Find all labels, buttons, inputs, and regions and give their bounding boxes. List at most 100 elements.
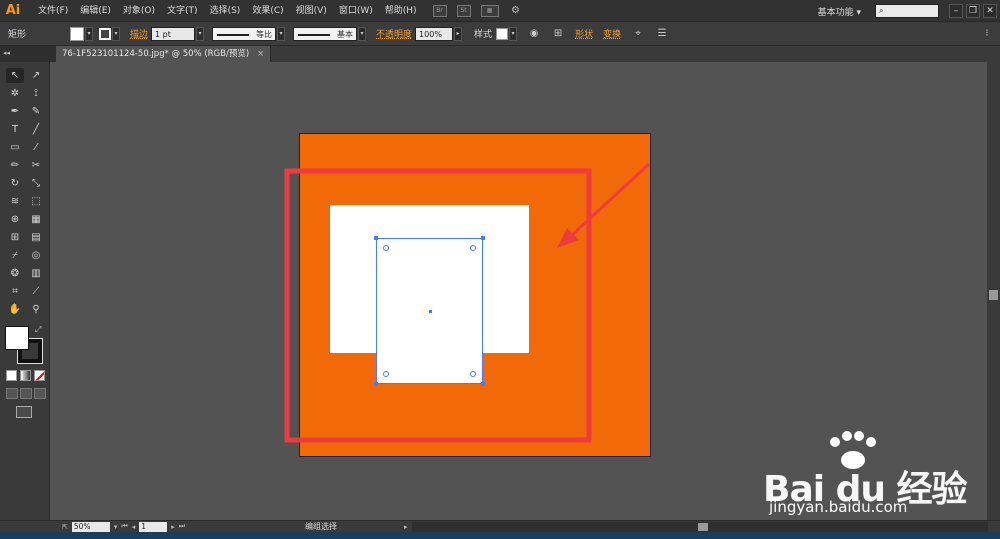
draw-behind-button[interactable] <box>20 388 32 399</box>
tools-panel: ↖ ↗ ✲ ⟟ ✒ ✎ T ╱ ▭ ⁄ ✏ ✂ ↻ ⤡ ≋ ⬚ ⊕ ▦ ⊞ ▤ ⌿ ◎ ❂ ▥ ⌗ ⟋ ✋ ⚲ ⤢ <box>0 62 50 520</box>
close-window-button[interactable]: ✕ <box>983 4 997 18</box>
transform-link[interactable]: 变换 <box>603 27 621 40</box>
arrange-documents-icon[interactable]: ▦ <box>480 4 499 17</box>
artboard-number-field[interactable]: 1 <box>139 521 168 532</box>
restore-button[interactable]: ❐ <box>966 4 980 18</box>
close-tab-icon[interactable]: × <box>257 46 264 62</box>
opacity-link[interactable]: 不透明度 <box>376 27 412 40</box>
menu-item[interactable]: 文字(T) <box>161 0 204 22</box>
brush-definition[interactable]: 基本 <box>293 26 358 41</box>
status-bar: ⇱ 50% ▾ ⏮ ◂ 1 ▸ ⏭ 编组选择 ▸ <box>0 520 1000 532</box>
stroke-weight-field[interactable]: 1 pt <box>151 26 196 41</box>
eyedropper-tool-icon[interactable]: ⌿ <box>6 248 24 263</box>
rotate-tool-icon[interactable]: ↻ <box>6 176 24 191</box>
gpu-performance-icon[interactable]: ⚙ <box>509 5 523 17</box>
gradient-mode-button[interactable] <box>20 370 31 381</box>
zoom-field[interactable]: 50% <box>71 521 110 532</box>
menu-item[interactable]: 选择(S) <box>204 0 247 22</box>
align-icon[interactable]: ⊞ <box>551 27 565 41</box>
free-transform-tool-icon[interactable]: ⬚ <box>27 194 45 209</box>
search-input[interactable]: ⌕ <box>875 4 939 18</box>
brush-dropdown[interactable]: ▾ <box>358 26 367 41</box>
pen-tool-icon[interactable]: ✒ <box>6 104 24 119</box>
line-tool-icon[interactable]: ╱ <box>27 122 45 137</box>
previous-artboard-button[interactable]: ◂ <box>132 523 136 531</box>
style-dropdown[interactable]: ▾ <box>509 26 518 41</box>
vertical-scrollbar[interactable] <box>987 62 1000 520</box>
stroke-dropdown[interactable]: ▾ <box>112 26 121 41</box>
opacity-field[interactable]: 100% <box>415 26 454 41</box>
last-artboard-button[interactable]: ⏭ <box>179 522 185 531</box>
current-tool-status[interactable]: 编组选择 <box>305 521 400 532</box>
graphic-style-swatch[interactable] <box>496 27 509 40</box>
artboard-tool-icon[interactable]: ⌗ <box>6 284 24 299</box>
warp-tool-icon[interactable]: ≋ <box>6 194 24 209</box>
lasso-tool-icon[interactable]: ⟟ <box>27 86 45 101</box>
direct-selection-tool-icon[interactable]: ↗ <box>27 68 45 83</box>
menu-item[interactable]: 效果(C) <box>246 0 289 22</box>
fill-dropdown[interactable]: ▾ <box>85 26 94 41</box>
perspective-grid-tool-icon[interactable]: ▦ <box>27 212 45 227</box>
variable-width-profile[interactable]: 等比 <box>212 26 277 41</box>
scale-tool-icon[interactable]: ⤡ <box>27 176 45 191</box>
zoom-dropdown[interactable]: ▾ <box>114 523 118 531</box>
menu-item[interactable]: 窗口(W) <box>333 0 379 22</box>
horizontal-scrollbar[interactable] <box>412 522 988 532</box>
menu-item[interactable]: 对象(O) <box>117 0 161 22</box>
pencil-tool-icon[interactable]: ✏ <box>6 158 24 173</box>
hand-tool-icon[interactable]: ✋ <box>6 302 24 317</box>
stock-icon[interactable]: St <box>456 4 471 17</box>
brush-label: 基本 <box>337 29 354 39</box>
curvature-tool-icon[interactable]: ✎ <box>27 104 45 119</box>
zoom-tool-icon[interactable]: ⚲ <box>27 302 45 317</box>
vertical-scroll-thumb[interactable] <box>989 290 998 300</box>
selection-tool-icon[interactable]: ↖ <box>6 68 24 83</box>
fill-swatch[interactable] <box>70 26 85 41</box>
slice-tool-icon[interactable]: ⟋ <box>27 284 45 299</box>
control-menu-icon[interactable]: ☰ <box>655 27 669 41</box>
canvas-area[interactable]: Bai du 经验 jingyan.baidu.com <box>51 62 987 520</box>
gradient-tool-icon[interactable]: ▤ <box>27 230 45 245</box>
swap-fill-stroke-icon[interactable]: ⤢ <box>35 325 41 335</box>
draw-inside-button[interactable] <box>34 388 46 399</box>
status-menu-arrow[interactable]: ▸ <box>404 523 408 531</box>
menubar-right: 基本功能 ▾ ⌕ – ❐ ✕ <box>818 0 1000 22</box>
draw-normal-button[interactable] <box>6 388 18 399</box>
minimize-button[interactable]: – <box>949 4 963 18</box>
rectangle-tool-icon[interactable]: ▭ <box>6 140 24 155</box>
magic-wand-tool-icon[interactable]: ✲ <box>6 86 24 101</box>
fill-color-box[interactable] <box>5 326 29 350</box>
color-mode-button[interactable] <box>6 370 17 381</box>
opacity-dropdown[interactable]: ▸ <box>454 26 463 41</box>
bridge-icon[interactable]: Br <box>432 4 447 17</box>
stroke-weight-dropdown[interactable]: ▾ <box>196 26 205 41</box>
scissors-tool-icon[interactable]: ✂ <box>27 158 45 173</box>
shape-builder-tool-icon[interactable]: ⊕ <box>6 212 24 227</box>
workspace-switcher[interactable]: 基本功能 ▾ <box>818 5 861 18</box>
first-artboard-button[interactable]: ⏮ <box>121 522 127 531</box>
paintbrush-tool-icon[interactable]: ⁄ <box>27 140 45 155</box>
stroke-panel-link[interactable]: 描边 <box>130 27 148 40</box>
horizontal-scroll-thumb[interactable] <box>698 523 708 531</box>
type-tool-icon[interactable]: T <box>6 122 24 137</box>
panel-menu-icon[interactable]: ⁝ <box>980 27 994 41</box>
menu-item[interactable]: 编辑(E) <box>74 0 117 22</box>
symbol-sprayer-tool-icon[interactable]: ❂ <box>6 266 24 281</box>
stroke-swatch[interactable] <box>99 27 112 40</box>
mesh-tool-icon[interactable]: ⊞ <box>6 230 24 245</box>
blend-tool-icon[interactable]: ◎ <box>27 248 45 263</box>
screen-mode-button[interactable] <box>16 406 32 418</box>
menu-item[interactable]: 视图(V) <box>290 0 333 22</box>
recolor-artwork-icon[interactable]: ◉ <box>527 27 541 41</box>
shape-link[interactable]: 形状 <box>575 27 593 40</box>
document-tab[interactable]: 76-1F523101124-50.jpg* @ 50% (RGB/预览) × <box>56 46 272 62</box>
artboard-options-icon[interactable]: ⇱ <box>62 523 68 531</box>
next-artboard-button[interactable]: ▸ <box>171 523 175 531</box>
profile-dropdown[interactable]: ▾ <box>277 26 286 41</box>
menu-item[interactable]: 帮助(H) <box>379 0 423 22</box>
isolate-group-icon[interactable]: ⌖ <box>631 27 645 41</box>
column-graph-tool-icon[interactable]: ▥ <box>27 266 45 281</box>
none-mode-button[interactable] <box>34 370 45 381</box>
collapse-panel-icon[interactable]: ◂◂ <box>0 46 56 62</box>
menu-item[interactable]: 文件(F) <box>32 0 74 22</box>
